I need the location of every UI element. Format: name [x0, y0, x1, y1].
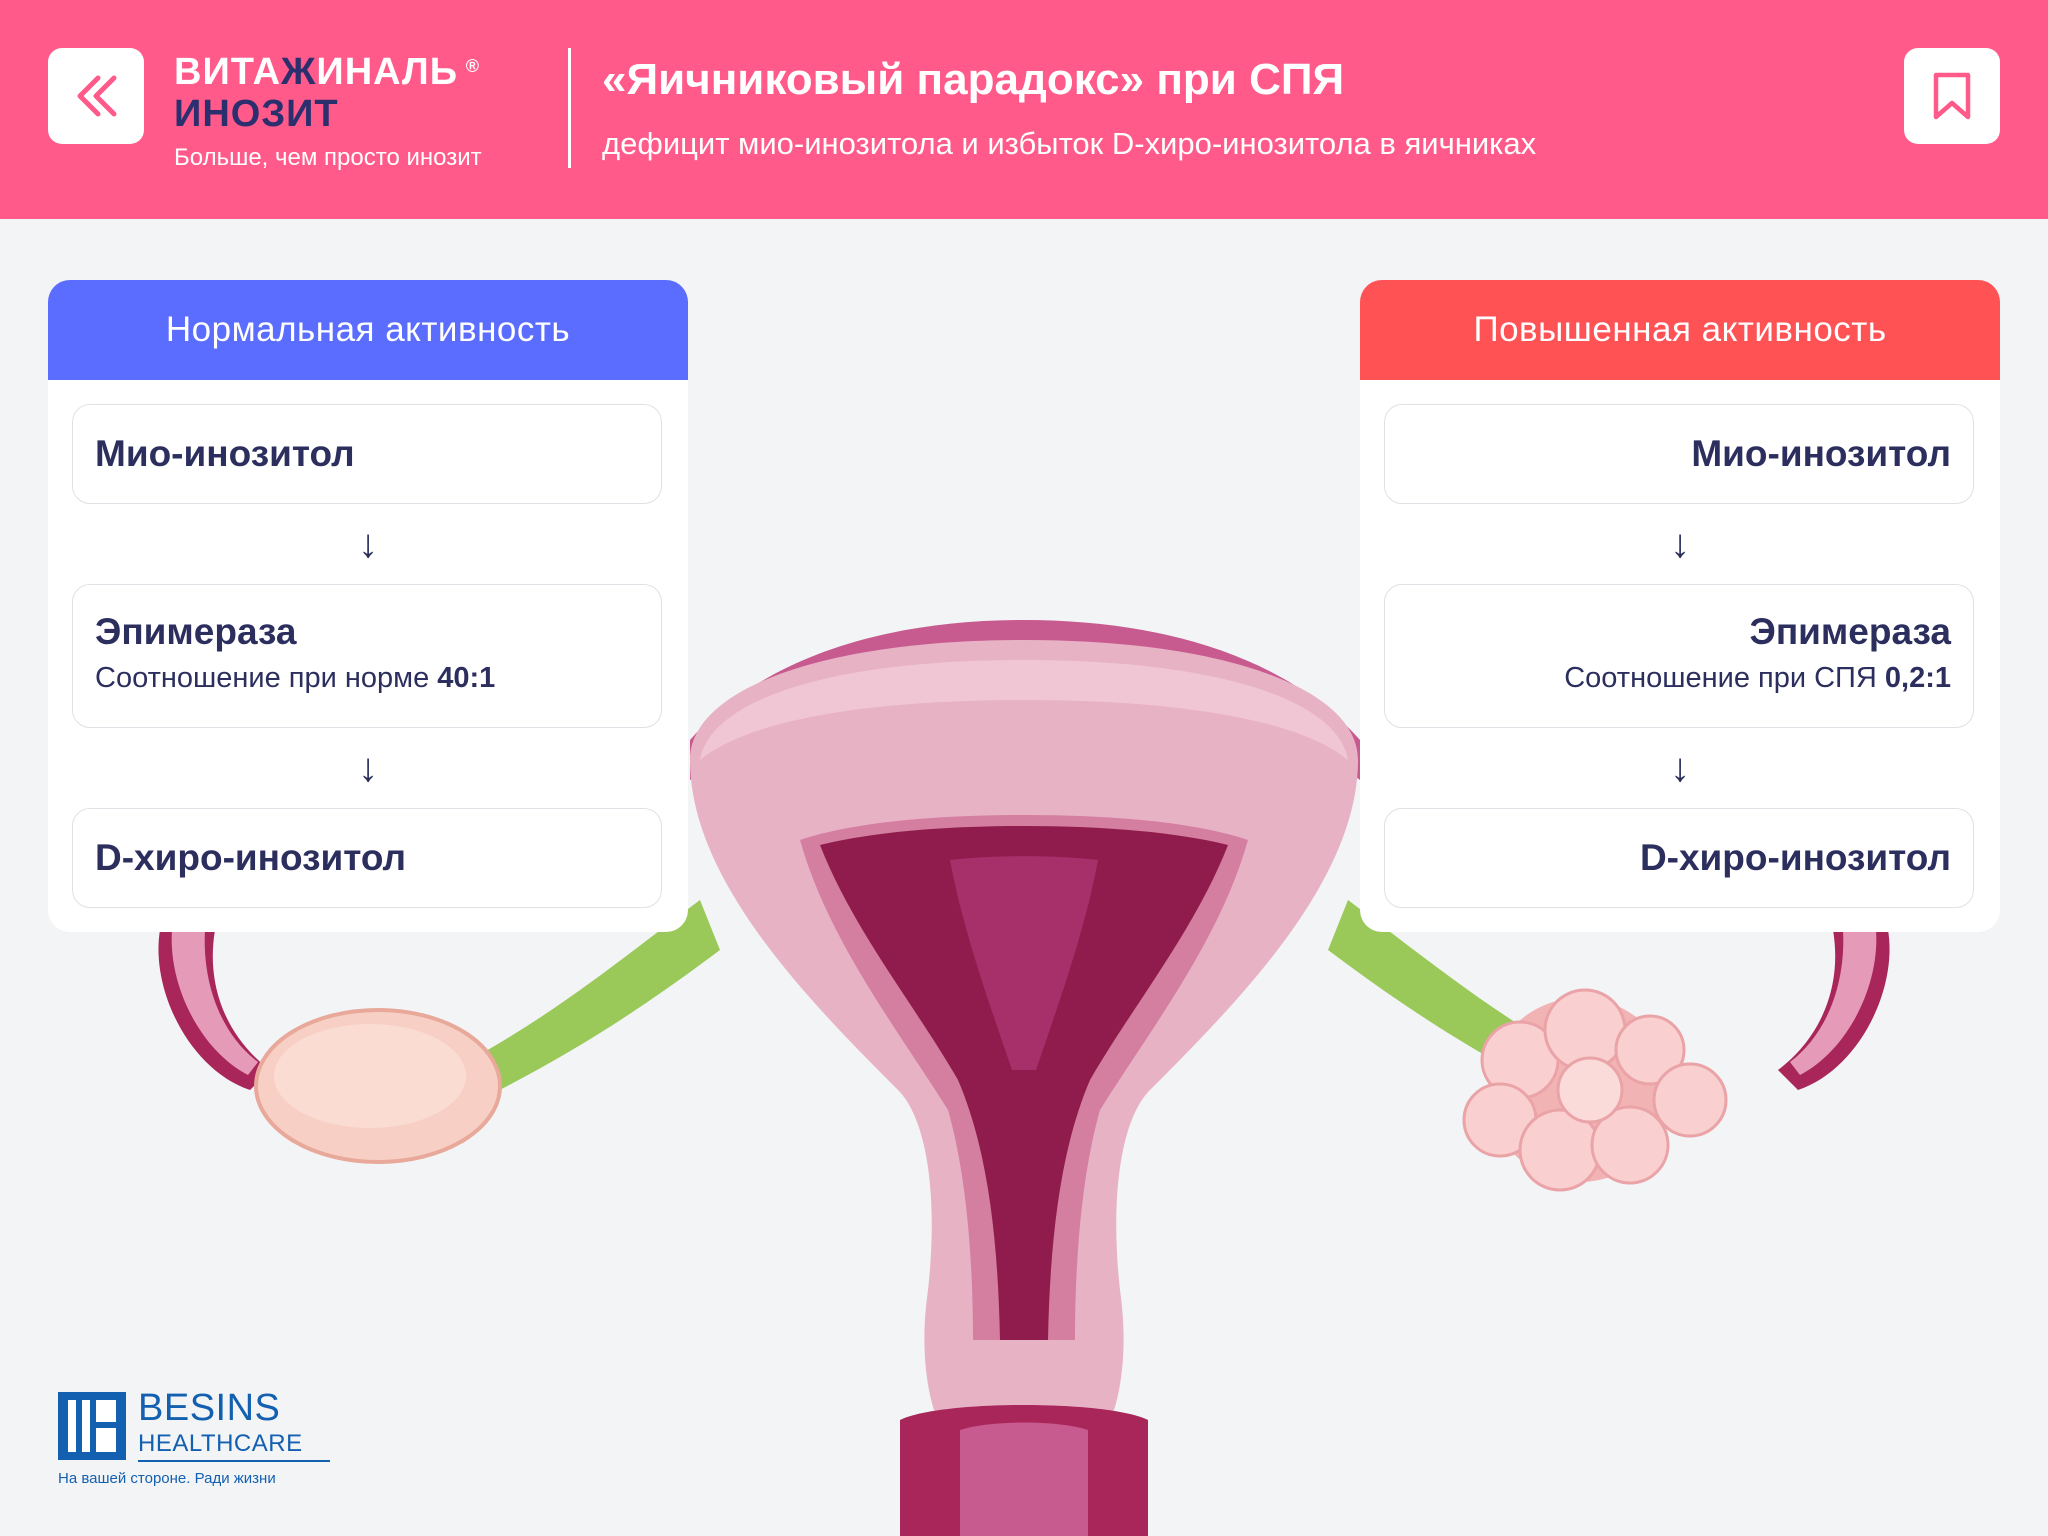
ratio-text: Соотношение при норме 40:1 — [95, 659, 639, 697]
besins-healthcare: HEALTHCARE — [138, 1430, 303, 1457]
normal-activity-panel: Нормальная активность Мио-инозитол ↓ Эпи… — [48, 280, 688, 932]
ratio-label: Соотношение при СПЯ — [1564, 662, 1885, 694]
header-divider — [568, 48, 571, 168]
besins-tagline: На вашей стороне. Ради жизни — [58, 1470, 276, 1487]
ratio-label: Соотношение при норме — [95, 662, 438, 694]
brand-part-b: Ж — [281, 51, 317, 93]
normal-activity-heading: Нормальная активность — [48, 280, 688, 380]
double-chevron-left-icon — [77, 75, 117, 117]
epimerase-card: Эпимераза Соотношение при норме 40:1 — [72, 584, 662, 728]
myo-inositol-label: Мио-инозитол — [1691, 433, 1951, 474]
myo-inositol-label: Мио-инозитол — [95, 433, 355, 474]
brand-tagline: Больше, чем просто инозит — [174, 144, 482, 171]
myo-inositol-card: Мио-инозитол — [1384, 404, 1974, 504]
bookmark-button[interactable] — [1904, 48, 2000, 144]
arrow-down-icon: ↓ — [358, 522, 378, 566]
brand-part-c: ИНАЛЬ — [316, 51, 459, 93]
brand-logo: ВИТАЖИНАЛЬ ® ИНОЗИТ Больше, чем просто и… — [174, 50, 534, 172]
elevated-activity-heading: Повышенная активность — [1360, 280, 2000, 380]
page-title: «Яичниковый парадокс» при СПЯ — [602, 55, 1345, 104]
d-chiro-inositol-label: D-хиро-инозитол — [1639, 837, 1951, 878]
ratio-value: 0,2:1 — [1884, 662, 1951, 694]
brand-name-line1: ВИТАЖИНАЛЬ ® — [174, 50, 479, 94]
elevated-activity-panel: Повышенная активность Мио-инозитол ↓ Эпи… — [1360, 280, 2000, 932]
besins-name: BESINS — [138, 1387, 281, 1429]
arrow-down-icon: ↓ — [1670, 522, 1690, 566]
d-chiro-inositol-card: D-хиро-инозитол — [1384, 808, 1974, 908]
brand-part-a: ВИТА — [174, 51, 282, 93]
epimerase-label: Эпимераза — [1749, 611, 1951, 652]
epimerase-card: Эпимераза Соотношение при СПЯ 0,2:1 — [1384, 584, 1974, 728]
ratio-value: 40:1 — [437, 662, 496, 694]
bookmark-icon — [1933, 72, 1971, 120]
registered-mark: ® — [465, 56, 481, 76]
epimerase-label: Эпимераза — [95, 611, 297, 652]
header-bar: ВИТАЖИНАЛЬ ® ИНОЗИТ Больше, чем просто и… — [0, 0, 2048, 219]
arrow-down-icon: ↓ — [1670, 746, 1690, 790]
arrow-down-icon: ↓ — [358, 746, 378, 790]
back-button[interactable] — [48, 48, 144, 144]
besins-underline — [138, 1460, 330, 1462]
besins-logo: BESINS HEALTHCARE На вашей стороне. Ради… — [58, 1388, 330, 1488]
ratio-text: Соотношение при СПЯ 0,2:1 — [1407, 659, 1951, 697]
besins-mark-icon — [58, 1392, 126, 1460]
myo-inositol-card: Мио-инозитол — [72, 404, 662, 504]
brand-name-line2: ИНОЗИТ — [174, 93, 339, 135]
page-subtitle: дефицит мио-инозитола и избыток D-хиро-и… — [602, 126, 1537, 161]
d-chiro-inositol-card: D-хиро-инозитол — [72, 808, 662, 908]
d-chiro-inositol-label: D-хиро-инозитол — [95, 837, 407, 878]
